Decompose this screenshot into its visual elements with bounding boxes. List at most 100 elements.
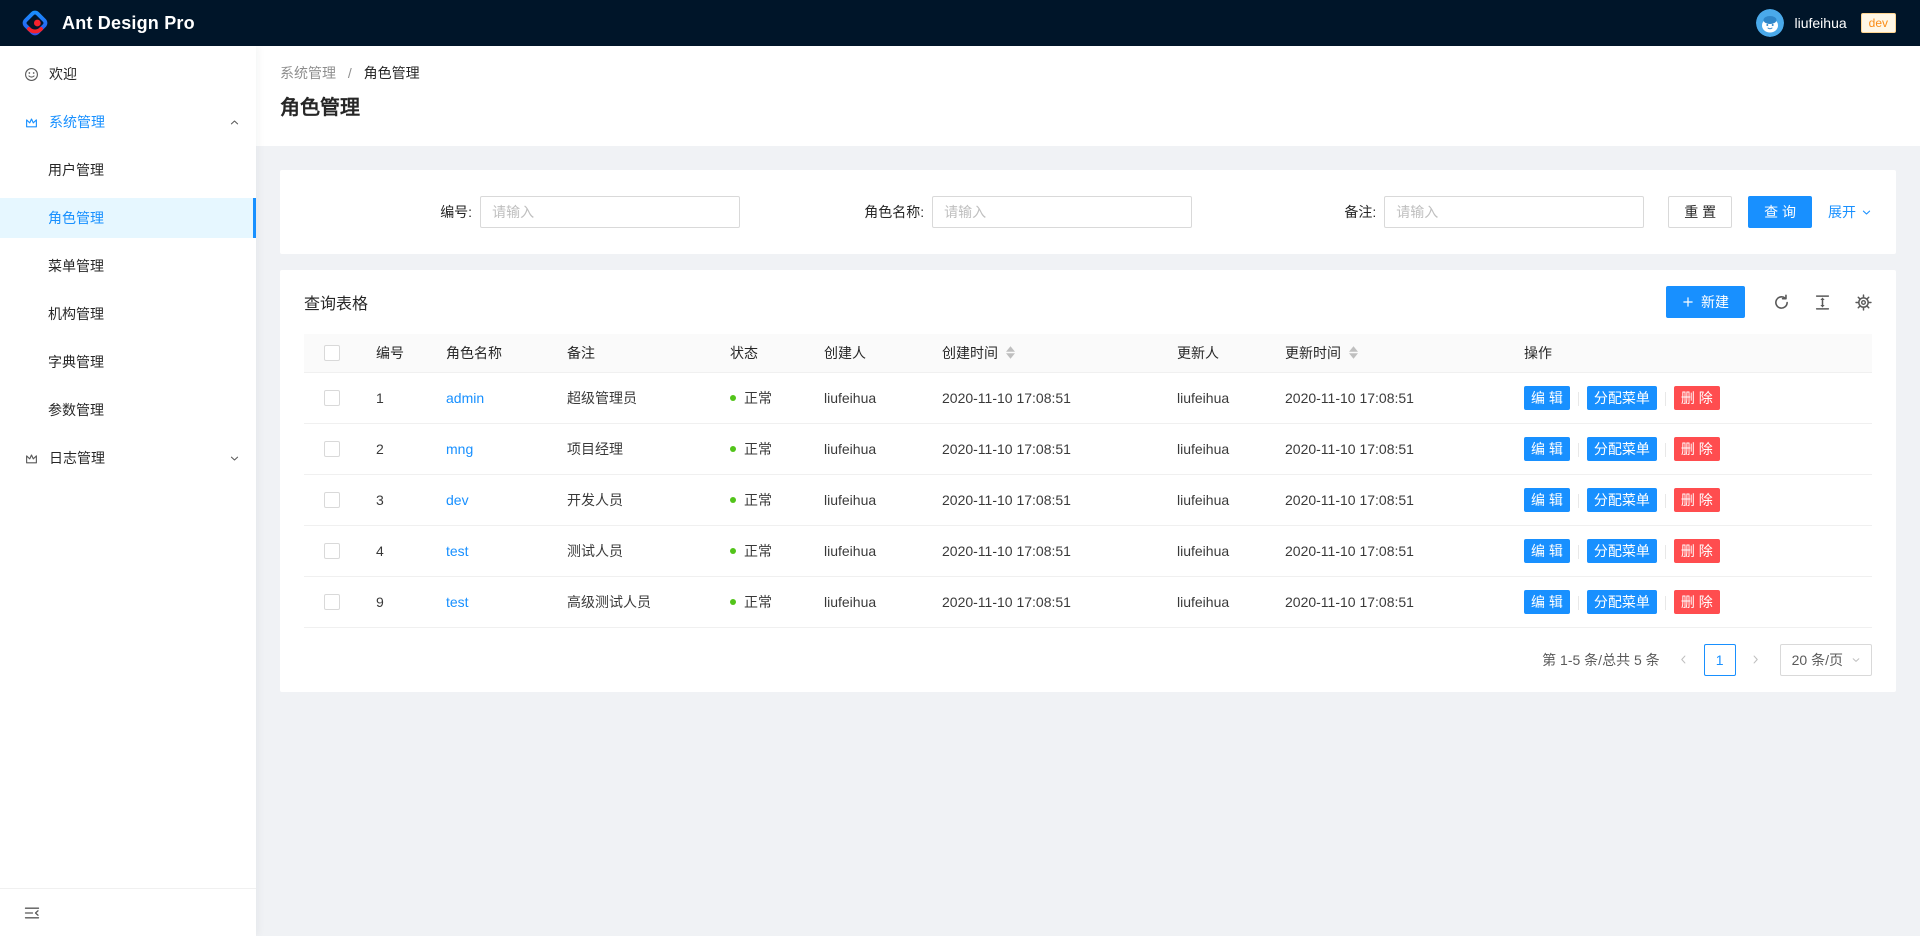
cell-update-time: 2020-11-10 17:08:51 (1269, 474, 1508, 525)
user-avatar[interactable] (1756, 9, 1784, 37)
divider (1578, 494, 1579, 508)
edit-button[interactable]: 编 辑 (1524, 437, 1570, 461)
table-row: 4 test 测试人员 正常 liufeihua 2020-11-10 17:0… (304, 525, 1872, 576)
status-dot-icon (730, 395, 736, 401)
cell-id: 9 (360, 576, 430, 627)
breadcrumb-current: 角色管理 (364, 65, 420, 81)
sidebar-item-user-mgmt[interactable]: 用户管理 (0, 150, 256, 190)
col-header-status: 状态 (714, 334, 808, 372)
col-header-role-name: 角色名称 (430, 334, 551, 372)
page-size-value: 20 条/页 (1792, 650, 1843, 670)
assign-menu-button[interactable]: 分配菜单 (1587, 386, 1657, 410)
username[interactable]: liufeihua (1794, 15, 1846, 31)
id-field-label: 编号: (440, 202, 472, 222)
query-button[interactable]: 查 询 (1748, 196, 1812, 228)
role-name-link[interactable]: test (446, 543, 469, 559)
cell-remark: 超级管理员 (551, 372, 714, 423)
cell-id: 2 (360, 423, 430, 474)
assign-menu-button[interactable]: 分配菜单 (1587, 437, 1657, 461)
edit-button[interactable]: 编 辑 (1524, 539, 1570, 563)
breadcrumb: 系统管理 / 角色管理 (280, 62, 1896, 84)
divider (1665, 392, 1666, 406)
page-size-select[interactable]: 20 条/页 (1780, 644, 1872, 676)
reset-button[interactable]: 重 置 (1668, 196, 1732, 228)
delete-button[interactable]: 删 除 (1674, 590, 1720, 614)
sorter-icon (1006, 346, 1015, 359)
row-checkbox[interactable] (324, 543, 340, 559)
cell-update-time: 2020-11-10 17:08:51 (1269, 423, 1508, 474)
new-button[interactable]: 新建 (1666, 286, 1745, 318)
row-checkbox[interactable] (324, 492, 340, 508)
assign-menu-button[interactable]: 分配菜单 (1587, 590, 1657, 614)
role-name-link[interactable]: dev (446, 492, 469, 508)
role-name-link[interactable]: mng (446, 441, 473, 457)
cell-id: 3 (360, 474, 430, 525)
app-title: Ant Design Pro (62, 13, 195, 34)
id-field[interactable] (480, 196, 740, 228)
app-logo[interactable]: Ant Design Pro (20, 8, 195, 38)
page-number-1[interactable]: 1 (1704, 644, 1736, 676)
select-all-checkbox[interactable] (324, 345, 340, 361)
page-title: 角色管理 (280, 94, 1896, 122)
next-page-icon[interactable] (1742, 646, 1770, 674)
assign-menu-button[interactable]: 分配菜单 (1587, 539, 1657, 563)
assign-menu-button[interactable]: 分配菜单 (1587, 488, 1657, 512)
row-checkbox[interactable] (324, 441, 340, 457)
role-name-field[interactable] (932, 196, 1192, 228)
edit-button[interactable]: 编 辑 (1524, 590, 1570, 614)
breadcrumb-parent[interactable]: 系统管理 (280, 65, 336, 81)
remark-field[interactable] (1384, 196, 1644, 228)
sidebar-item-welcome[interactable]: 欢迎 (0, 54, 256, 94)
role-name-link[interactable]: admin (446, 390, 484, 406)
sidebar-item-label: 角色管理 (48, 208, 104, 228)
edit-button[interactable]: 编 辑 (1524, 488, 1570, 512)
delete-button[interactable]: 删 除 (1674, 488, 1720, 512)
sidebar-item-param-mgmt[interactable]: 参数管理 (0, 390, 256, 430)
sidebar-item-menu-mgmt[interactable]: 菜单管理 (0, 246, 256, 286)
column-height-icon[interactable] (1814, 294, 1831, 311)
sidebar-footer (0, 888, 256, 936)
delete-button[interactable]: 删 除 (1674, 437, 1720, 461)
expand-toggle[interactable]: 展开 (1828, 202, 1872, 222)
sidebar-item-label: 欢迎 (49, 64, 77, 84)
divider (1665, 596, 1666, 610)
cell-creator: liufeihua (808, 423, 926, 474)
cell-updater: liufeihua (1161, 474, 1269, 525)
prev-page-icon[interactable] (1670, 646, 1698, 674)
sidebar-item-label: 系统管理 (49, 112, 105, 132)
delete-button[interactable]: 删 除 (1674, 539, 1720, 563)
sidebar-item-org-mgmt[interactable]: 机构管理 (0, 294, 256, 334)
cell-remark: 开发人员 (551, 474, 714, 525)
sidebar-item-dict-mgmt[interactable]: 字典管理 (0, 342, 256, 382)
status-dot-icon (730, 497, 736, 503)
cell-updater: liufeihua (1161, 423, 1269, 474)
divider (1578, 392, 1579, 406)
col-header-create-time[interactable]: 创建时间 (926, 334, 1161, 372)
settings-gear-icon[interactable] (1855, 294, 1872, 311)
cell-update-time: 2020-11-10 17:08:51 (1269, 525, 1508, 576)
delete-button[interactable]: 删 除 (1674, 386, 1720, 410)
sidebar-item-system[interactable]: 系统管理 (0, 102, 256, 142)
table-body: 1 admin 超级管理员 正常 liufeihua 2020-11-10 17… (304, 372, 1872, 627)
sidebar-item-logs[interactable]: 日志管理 (0, 438, 256, 478)
role-name-link[interactable]: test (446, 594, 469, 610)
smile-icon (24, 67, 39, 82)
row-checkbox[interactable] (324, 390, 340, 406)
col-header-update-time[interactable]: 更新时间 (1269, 334, 1508, 372)
row-checkbox[interactable] (324, 594, 340, 610)
sidebar-item-label: 菜单管理 (48, 256, 104, 276)
table-row: 9 test 高级测试人员 正常 liufeihua 2020-11-10 17… (304, 576, 1872, 627)
sidebar: 欢迎 系统管理 用户管理 角色管理 菜单管理 机构管理 字典管理 参数管理 (0, 46, 256, 936)
reload-icon[interactable] (1773, 294, 1790, 311)
menu-fold-icon[interactable] (24, 905, 40, 921)
sidebar-item-role-mgmt[interactable]: 角色管理 (0, 198, 256, 238)
cell-updater: liufeihua (1161, 372, 1269, 423)
table-card: 查询表格 新建 (280, 270, 1896, 692)
col-header-updater: 更新人 (1161, 334, 1269, 372)
edit-button[interactable]: 编 辑 (1524, 386, 1570, 410)
sidebar-item-label: 日志管理 (49, 448, 105, 468)
plus-icon (1682, 296, 1694, 308)
col-header-actions: 操作 (1508, 334, 1872, 372)
chevron-down-icon (1851, 655, 1861, 665)
ant-design-logo-icon (20, 8, 50, 38)
